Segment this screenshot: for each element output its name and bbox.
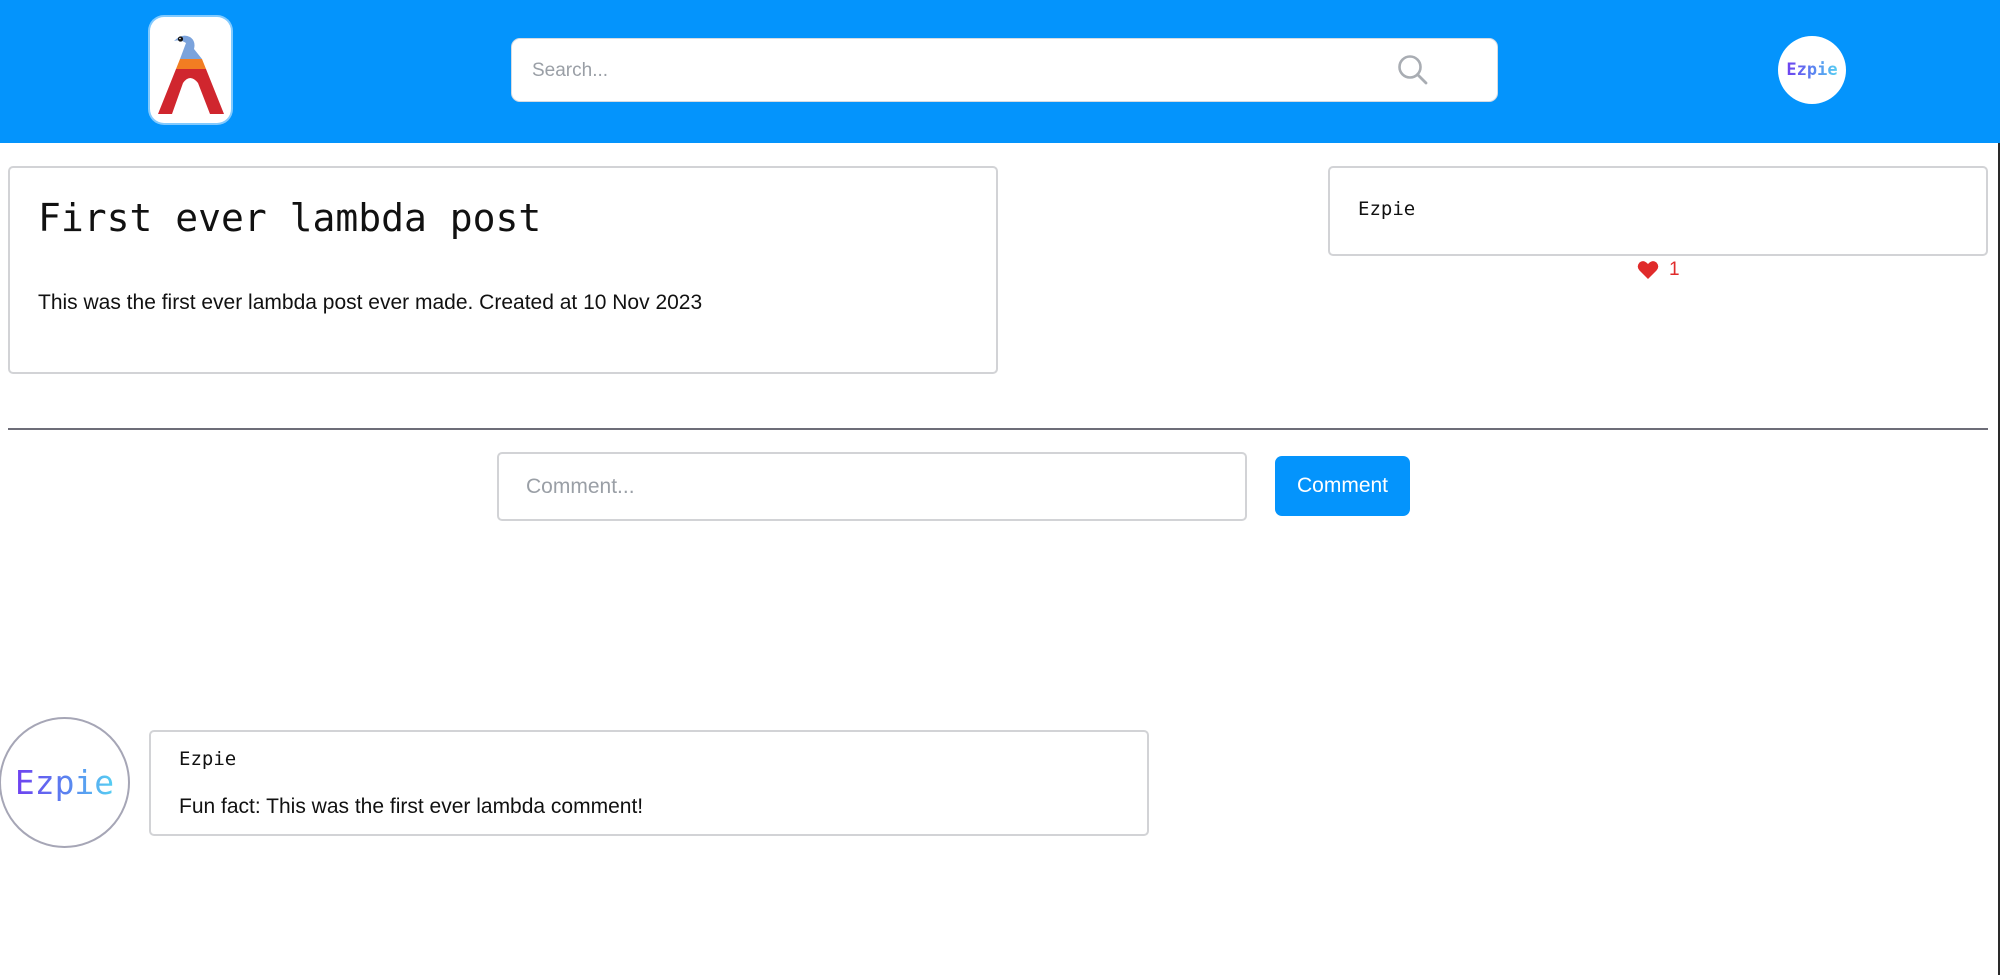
comment-item: Ezpie Fun fact: This was the first ever …	[149, 730, 1149, 836]
comment-avatar-text: Ezpie	[14, 763, 115, 802]
post-body: This was the first ever lambda post ever…	[38, 291, 703, 314]
top-navbar: Ezpie	[0, 0, 2000, 143]
comment-input[interactable]	[497, 452, 1247, 521]
search-bar	[511, 38, 1498, 102]
like-button[interactable]: 1	[1637, 257, 1680, 283]
comment-text: Fun fact: This was the first ever lambda…	[179, 795, 644, 818]
post-author-card: Ezpie	[1328, 166, 1988, 256]
like-count: 1	[1669, 259, 1680, 280]
user-avatar[interactable]: Ezpie	[1778, 36, 1846, 104]
post-author-name[interactable]: Ezpie	[1358, 198, 1415, 220]
section-divider	[8, 428, 1988, 430]
comment-submit-button[interactable]: Comment	[1275, 456, 1410, 516]
search-input[interactable]	[530, 51, 1394, 91]
post-title: First ever lambda post	[38, 196, 542, 240]
heart-icon	[1637, 260, 1659, 280]
search-icon[interactable]	[1396, 53, 1430, 87]
post-card: First ever lambda post This was the firs…	[8, 166, 998, 374]
lambda-logo-icon[interactable]	[150, 17, 231, 123]
comment-author-avatar[interactable]: Ezpie	[0, 717, 130, 848]
comment-author-name[interactable]: Ezpie	[179, 748, 236, 770]
user-avatar-text: Ezpie	[1786, 60, 1838, 80]
